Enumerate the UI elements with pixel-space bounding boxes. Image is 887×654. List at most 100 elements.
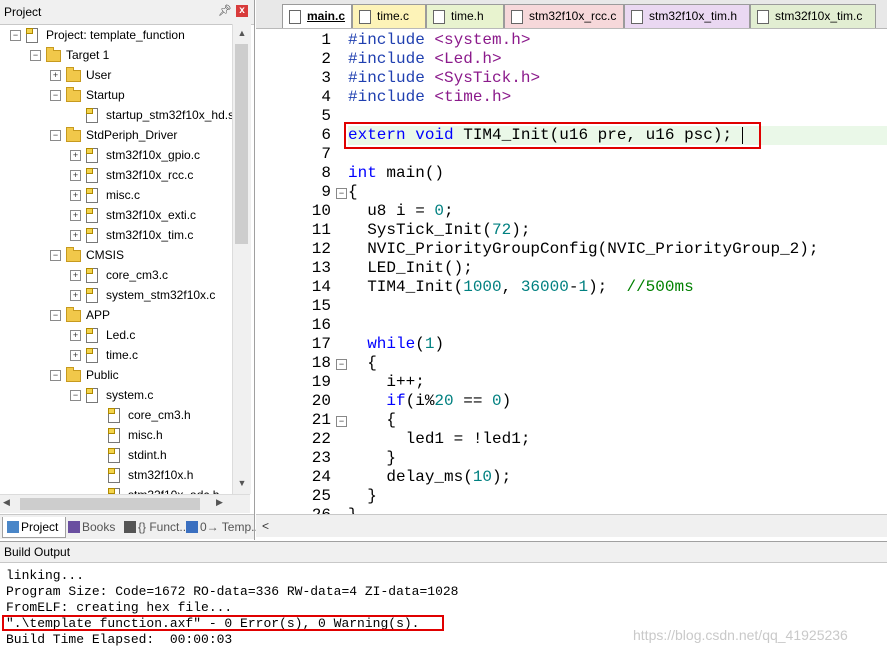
file-tab[interactable]: main.c bbox=[282, 4, 352, 28]
tree-item[interactable]: + time.c bbox=[0, 345, 232, 365]
tree-vertical-scrollbar[interactable]: ▲ ▼ bbox=[232, 24, 251, 494]
expand-icon[interactable]: + bbox=[50, 70, 61, 81]
expand-icon[interactable]: + bbox=[70, 270, 81, 281]
collapse-icon[interactable]: − bbox=[10, 30, 21, 41]
tree-item[interactable]: + stm32f10x_tim.c bbox=[0, 225, 232, 245]
tree-item[interactable]: − system.c bbox=[0, 385, 232, 405]
tree-item[interactable]: stm32f10x_adc.h bbox=[0, 485, 232, 494]
expand-icon[interactable]: + bbox=[70, 330, 81, 341]
line-number: 5 bbox=[321, 107, 331, 125]
tree-item[interactable]: − Startup bbox=[0, 85, 232, 105]
code-line[interactable]: delay_ms(10); bbox=[348, 468, 511, 487]
scroll-up-icon[interactable]: ▲ bbox=[235, 26, 249, 40]
tree-item[interactable]: − Public bbox=[0, 365, 232, 385]
code-line[interactable]: SysTick_Init(72); bbox=[348, 221, 530, 240]
line-number: 17 bbox=[311, 335, 331, 353]
file-tab[interactable]: stm32f10x_tim.c bbox=[750, 4, 876, 28]
tree-item[interactable]: − StdPeriph_Driver bbox=[0, 125, 232, 145]
collapse-icon[interactable]: − bbox=[50, 370, 61, 381]
tree-item[interactable]: + system_stm32f10x.c bbox=[0, 285, 232, 305]
editor-horizontal-scrollbar[interactable]: < bbox=[256, 514, 887, 537]
tree-item[interactable]: stm32f10x.h bbox=[0, 465, 232, 485]
expand-icon[interactable]: + bbox=[70, 290, 81, 301]
tree-item[interactable]: − CMSIS bbox=[0, 245, 232, 265]
fold-toggle-icon[interactable]: − bbox=[336, 188, 347, 199]
scroll-right-icon[interactable]: ▶ bbox=[216, 497, 223, 508]
collapse-icon[interactable]: − bbox=[70, 390, 81, 401]
fold-toggle-icon[interactable]: − bbox=[336, 416, 347, 427]
code-area[interactable]: 1 2 3 4 5 6 7 8 9−10 11 12 13 14 15 16 17 18−19 20 21−22 23… bbox=[256, 29, 887, 514]
build-output-line: linking... bbox=[6, 568, 85, 583]
code-line[interactable]: #include <Led.h> bbox=[348, 50, 502, 69]
tree-item[interactable]: + Led.c bbox=[0, 325, 232, 345]
tree-item[interactable]: + User bbox=[0, 65, 232, 85]
file-icon bbox=[108, 408, 120, 423]
tree-item[interactable]: core_cm3.h bbox=[0, 405, 232, 425]
tab-functions[interactable]: {} Funct... bbox=[120, 517, 189, 537]
code-line[interactable]: NVIC_PriorityGroupConfig(NVIC_PriorityGr… bbox=[348, 240, 818, 259]
scroll-down-icon[interactable]: ▼ bbox=[235, 476, 249, 490]
scrollbar-thumb[interactable] bbox=[235, 44, 248, 244]
file-tab[interactable]: stm32f10x_tim.h bbox=[624, 4, 750, 28]
code-line[interactable]: led1 = !led1; bbox=[348, 430, 531, 449]
code-line[interactable]: i++; bbox=[348, 373, 424, 392]
code-line[interactable]: #include <time.h> bbox=[348, 88, 511, 107]
tree-item[interactable]: + stm32f10x_exti.c bbox=[0, 205, 232, 225]
code-line[interactable]: { bbox=[348, 183, 358, 202]
tab-project[interactable]: Project bbox=[2, 517, 66, 538]
tree-item[interactable]: stdint.h bbox=[0, 445, 232, 465]
code-line[interactable]: } bbox=[348, 506, 358, 514]
tree-item-label: stm32f10x_adc.h bbox=[128, 485, 219, 494]
tree-item[interactable]: + stm32f10x_gpio.c bbox=[0, 145, 232, 165]
expand-icon[interactable]: + bbox=[70, 210, 81, 221]
collapse-icon[interactable]: − bbox=[50, 130, 61, 141]
expand-icon[interactable]: + bbox=[70, 150, 81, 161]
collapse-icon[interactable]: − bbox=[30, 50, 41, 61]
collapse-icon[interactable]: − bbox=[50, 310, 61, 321]
tree-item-label: StdPeriph_Driver bbox=[86, 128, 178, 142]
file-tab[interactable]: stm32f10x_rcc.c bbox=[504, 4, 624, 28]
code-line[interactable]: } bbox=[348, 487, 377, 506]
expand-icon[interactable]: + bbox=[70, 190, 81, 201]
project-tree: − Project: template_function − Target 1 + Use… bbox=[0, 24, 232, 494]
code-line[interactable]: LED_Init(); bbox=[348, 259, 473, 278]
code-line[interactable]: int main() bbox=[348, 164, 444, 183]
file-icon bbox=[86, 268, 98, 283]
collapse-icon[interactable]: − bbox=[50, 90, 61, 101]
expand-icon[interactable]: + bbox=[70, 350, 81, 361]
expand-icon[interactable]: + bbox=[70, 230, 81, 241]
code-line[interactable]: { bbox=[348, 411, 396, 430]
code-line[interactable]: TIM4_Init(1000, 36000-1); //500ms bbox=[348, 278, 693, 297]
scroll-left-icon[interactable]: < bbox=[262, 519, 269, 533]
code-line[interactable]: #include <SysTick.h> bbox=[348, 69, 540, 88]
tree-item[interactable]: − Project: template_function bbox=[0, 25, 232, 45]
fold-toggle-icon[interactable]: − bbox=[336, 359, 347, 370]
code-line[interactable]: #include <system.h> bbox=[348, 31, 530, 50]
code-line[interactable]: while(1) bbox=[348, 335, 444, 354]
tree-item[interactable]: misc.h bbox=[0, 425, 232, 445]
tree-item[interactable]: + misc.c bbox=[0, 185, 232, 205]
tree-item[interactable]: − Target 1 bbox=[0, 45, 232, 65]
file-tab[interactable]: time.c bbox=[352, 4, 426, 28]
pin-icon[interactable]: 📌︎ bbox=[218, 4, 232, 17]
code-line[interactable]: } bbox=[348, 449, 396, 468]
line-number: 1 bbox=[321, 31, 331, 49]
scroll-left-icon[interactable]: ◀ bbox=[3, 497, 10, 508]
annotation-red-box bbox=[2, 615, 444, 631]
tab-templates[interactable]: 0→ Temp... bbox=[182, 517, 261, 537]
tree-item[interactable]: − APP bbox=[0, 305, 232, 325]
tree-horizontal-scrollbar[interactable]: ◀ ▶ bbox=[0, 494, 250, 513]
code-line[interactable]: u8 i = 0; bbox=[348, 202, 453, 221]
tree-item[interactable]: + core_cm3.c bbox=[0, 265, 232, 285]
scrollbar-thumb[interactable] bbox=[20, 498, 200, 510]
expand-icon[interactable]: + bbox=[70, 170, 81, 181]
line-number: 2 bbox=[321, 50, 331, 68]
file-tab[interactable]: time.h bbox=[426, 4, 504, 28]
collapse-icon[interactable]: − bbox=[50, 250, 61, 261]
tree-item[interactable]: + stm32f10x_rcc.c bbox=[0, 165, 232, 185]
tab-books[interactable]: Books bbox=[64, 517, 118, 537]
code-line[interactable]: if(i%20 == 0) bbox=[348, 392, 511, 411]
close-icon[interactable]: x bbox=[236, 5, 248, 17]
tree-item[interactable]: startup_stm32f10x_hd.s bbox=[0, 105, 232, 125]
code-line[interactable]: { bbox=[348, 354, 377, 373]
